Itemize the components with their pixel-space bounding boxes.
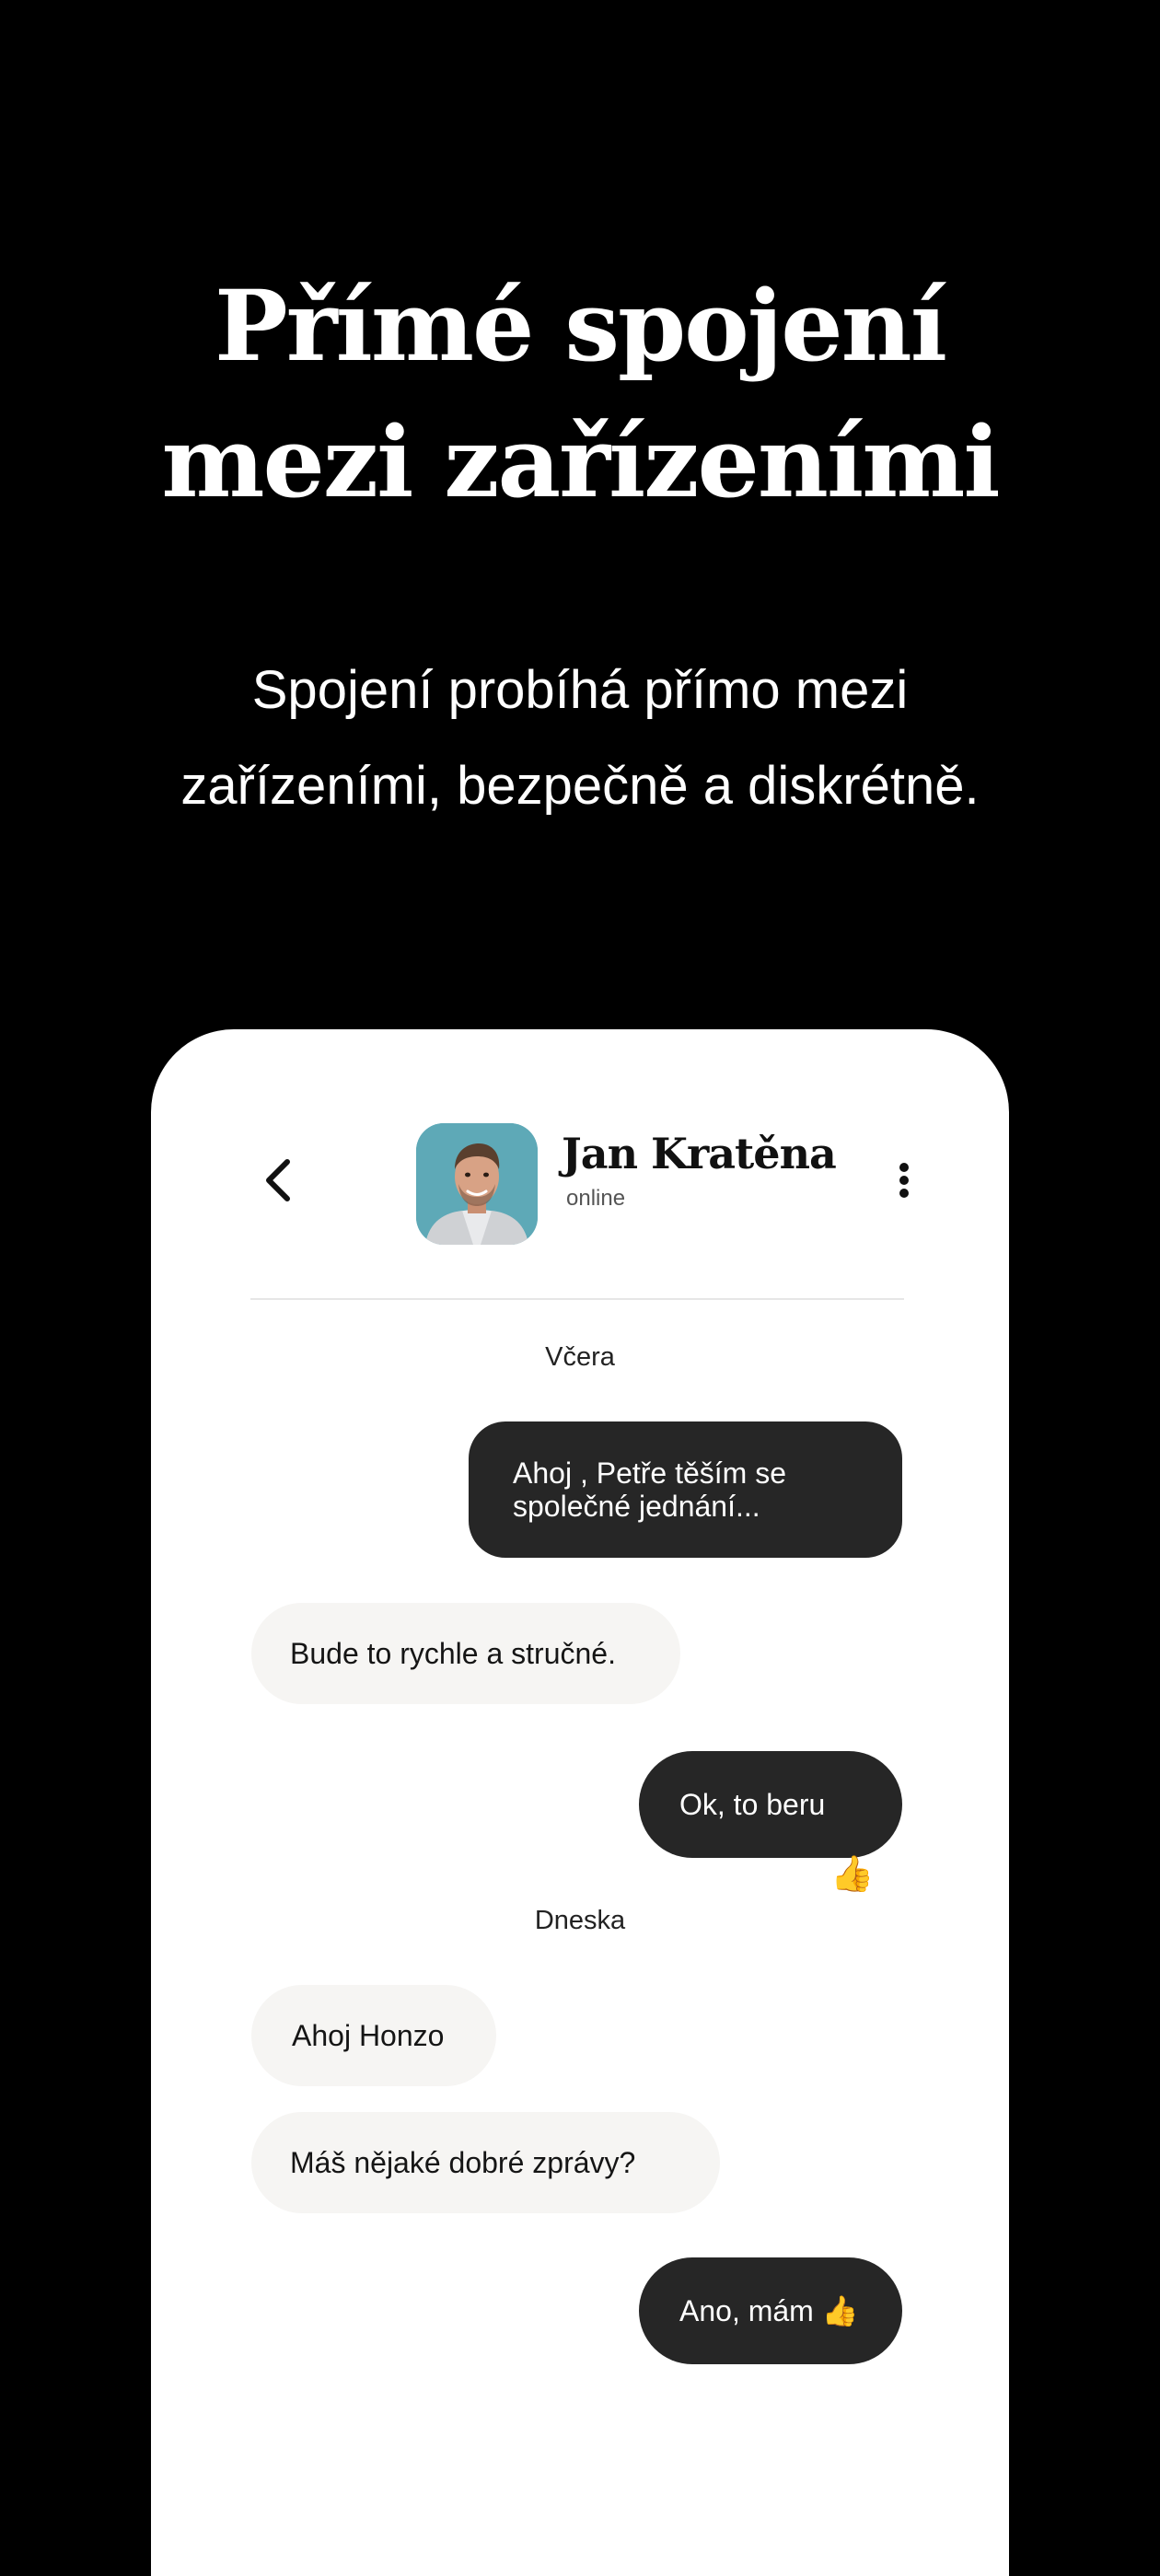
message-outgoing[interactable]: Ano, mám 👍 bbox=[639, 2257, 902, 2364]
back-button[interactable] bbox=[250, 1151, 309, 1210]
message-text: Ahoj , Petře těším se společné jednání..… bbox=[513, 1456, 787, 1523]
avatar[interactable] bbox=[416, 1123, 538, 1245]
header-divider bbox=[250, 1298, 904, 1300]
message-incoming[interactable]: Bude to rychle a stručné. bbox=[251, 1603, 680, 1704]
message-incoming[interactable]: Ahoj Honzo bbox=[251, 1985, 496, 2086]
message-outgoing[interactable]: Ok, to beru bbox=[639, 1751, 902, 1858]
hero-title-line-2: mezi zařízeními bbox=[161, 404, 1000, 519]
more-options-button[interactable] bbox=[886, 1151, 922, 1210]
hero-subtitle: Spojení probíhá přímo mezi zařízeními, b… bbox=[0, 643, 1160, 834]
hero-subtitle-line-2: zařízeními, bezpečně a diskrétně. bbox=[180, 756, 980, 816]
message-text: Bude to rychle a stručné. bbox=[290, 1637, 616, 1670]
message-text: Ahoj Honzo bbox=[292, 2019, 445, 2052]
contact-status: online bbox=[566, 1186, 626, 1211]
thumbs-up-reaction-icon[interactable]: 👍 bbox=[830, 1856, 874, 1893]
day-separator-yesterday: Včera bbox=[545, 1342, 615, 1372]
chat-header: Jan Kratěna online bbox=[250, 1120, 913, 1248]
hero-subtitle-line-1: Spojení probíhá přímo mezi bbox=[251, 660, 909, 720]
hero-title-line-1: Přímé spojení bbox=[215, 268, 947, 383]
message-text: Ano, mám 👍 bbox=[679, 2294, 859, 2327]
phone-mockup: Jan Kratěna online Včera Ahoj , Petře tě… bbox=[151, 1029, 1009, 2576]
day-separator-today: Dneska bbox=[534, 1906, 626, 1935]
hero-title: Přímé spojení mezi zařízeními bbox=[0, 258, 1160, 530]
contact-name[interactable]: Jan Kratěna bbox=[562, 1129, 837, 1178]
message-outgoing[interactable]: Ahoj , Petře těším se společné jednání..… bbox=[469, 1421, 902, 1558]
message-incoming[interactable]: Máš nějaké dobré zprávy? bbox=[251, 2112, 720, 2213]
message-text: Ok, to beru bbox=[679, 1788, 826, 1821]
avatar-photo bbox=[416, 1123, 538, 1245]
more-vertical-icon bbox=[899, 1163, 909, 1198]
message-text: Máš nějaké dobré zprávy? bbox=[290, 2146, 636, 2179]
chevron-left-icon bbox=[266, 1159, 290, 1201]
